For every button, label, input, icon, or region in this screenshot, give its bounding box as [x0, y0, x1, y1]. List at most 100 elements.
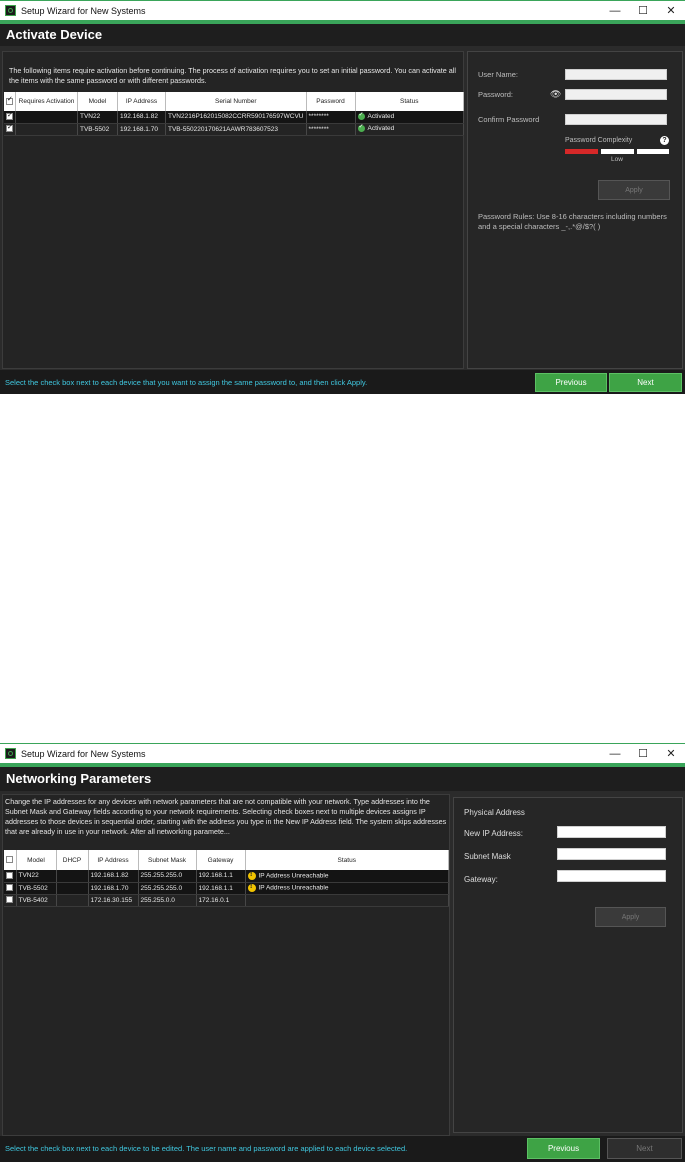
row-checkbox[interactable]: [4, 882, 17, 895]
cell-ip: 192.168.1.82: [117, 111, 166, 124]
warning-icon: [247, 871, 256, 880]
network-settings-panel: Physical Address New IP Address: Subnet …: [453, 797, 683, 1133]
cell-mask: 255.255.255.0: [138, 882, 197, 895]
cell-ip: 192.168.1.70: [88, 882, 139, 895]
cell-model: TVN22: [77, 111, 118, 124]
cell-status: Activated: [355, 123, 465, 136]
minimize-icon[interactable]: —: [601, 1, 629, 20]
complexity-bar-weak: [565, 149, 598, 154]
cell-password[interactable]: ********: [306, 111, 356, 124]
cell-mask: 255.255.255.0: [138, 870, 197, 883]
row-checkbox[interactable]: [4, 870, 17, 883]
app-icon: [5, 5, 16, 16]
table-row[interactable]: TVN22 192.168.1.82 255.255.255.0 192.168…: [4, 870, 449, 883]
password-rules: Password Rules: Use 8-16 characters incl…: [478, 212, 667, 231]
maximize-icon[interactable]: ☐: [629, 1, 657, 20]
network-device-panel: Change the IP addresses for any devices …: [2, 794, 450, 1136]
window-title: Setup Wizard for New Systems: [21, 5, 146, 16]
password-label: Password:: [478, 90, 514, 99]
subnet-mask-field[interactable]: [557, 848, 666, 860]
col-requires-activation: Requires Activation: [15, 92, 78, 111]
row-checkbox[interactable]: [4, 123, 16, 136]
cell-dhcp[interactable]: [56, 894, 89, 907]
eye-icon[interactable]: 👁: [550, 89, 561, 100]
footer-bar: Select the check box next to each device…: [0, 370, 685, 394]
gateway-label: Gateway:: [464, 875, 498, 884]
device-list-panel: The following items require activation b…: [2, 51, 465, 369]
previous-button[interactable]: Previous: [527, 1138, 600, 1159]
username-field[interactable]: [565, 69, 667, 80]
check-circle-icon: [357, 111, 365, 121]
cell-model: TVB-5402: [16, 894, 57, 907]
cell-mask: 255.255.0.0: [138, 894, 197, 907]
page-header: Networking Parameters: [0, 767, 685, 791]
cell-password[interactable]: ********: [306, 123, 356, 136]
table-row[interactable]: TVB-5402 172.16.30.155 255.255.0.0 172.1…: [4, 894, 449, 907]
networking-parameters-window: Setup Wizard for New Systems — ☐ ✕ Netwo…: [0, 743, 685, 1162]
cell-ip: 192.168.1.82: [88, 870, 139, 883]
new-ip-label: New IP Address:: [464, 829, 523, 838]
cell-status: IP Address Unreachable: [245, 882, 449, 895]
col-model: Model: [77, 92, 118, 111]
col-dhcp: DHCP: [56, 850, 89, 870]
physical-address-label: Physical Address: [464, 808, 525, 817]
password-field[interactable]: [565, 89, 667, 100]
cell-ip: 192.168.1.70: [117, 123, 166, 136]
complexity-bar-strong: [637, 149, 669, 154]
col-ip-address: IP Address: [117, 92, 166, 111]
previous-button[interactable]: Previous: [535, 373, 607, 392]
new-ip-field[interactable]: [557, 826, 666, 838]
row-checkbox[interactable]: [4, 111, 16, 124]
network-description: Change the IP addresses for any devices …: [5, 797, 447, 836]
title-bar: Setup Wizard for New Systems — ☐ ✕: [0, 743, 685, 763]
table-row[interactable]: TVN22 192.168.1.82 TVN2216P162015082CCRR…: [4, 111, 465, 124]
apply-button[interactable]: Apply: [598, 180, 670, 200]
app-icon: [5, 748, 16, 759]
close-icon[interactable]: ✕: [657, 744, 685, 763]
select-all-checkbox[interactable]: [4, 850, 17, 870]
apply-button[interactable]: Apply: [595, 907, 666, 927]
minimize-icon[interactable]: —: [601, 744, 629, 763]
close-icon[interactable]: ✕: [657, 1, 685, 20]
window-title: Setup Wizard for New Systems: [21, 748, 146, 759]
help-icon[interactable]: ?: [660, 136, 669, 145]
cell-dhcp[interactable]: [56, 882, 89, 895]
col-serial-number: Serial Number: [165, 92, 307, 111]
title-bar: Setup Wizard for New Systems — ☐ ✕: [0, 0, 685, 20]
check-circle-icon: [357, 123, 365, 133]
col-status: Status: [355, 92, 465, 111]
confirm-password-label: Confirm Password: [478, 115, 540, 124]
page-title: Activate Device: [6, 27, 103, 42]
warning-icon: [247, 883, 256, 892]
page-title: Networking Parameters: [6, 771, 152, 786]
confirm-password-field[interactable]: [565, 114, 667, 125]
col-password: Password: [306, 92, 356, 111]
cell-model: TVB-5502: [16, 882, 57, 895]
password-complexity-label: Password Complexity: [565, 137, 633, 144]
subnet-mask-label: Subnet Mask: [464, 852, 511, 861]
cell-model: TVN22: [16, 870, 57, 883]
next-button[interactable]: Next: [609, 373, 682, 392]
footer-bar: Select the check box next to each device…: [0, 1136, 685, 1162]
cell-gateway: 172.16.0.1: [196, 894, 246, 907]
complexity-level: Low: [611, 156, 623, 163]
maximize-icon[interactable]: ☐: [629, 744, 657, 763]
cell-gateway: 192.168.1.1: [196, 882, 246, 895]
row-checkbox[interactable]: [4, 894, 17, 907]
next-button[interactable]: Next: [607, 1138, 682, 1159]
col-ip-address: IP Address: [88, 850, 139, 870]
device-table: Requires Activation Model IP Address Ser…: [4, 92, 465, 136]
password-panel: User Name: Password: 👁 Confirm Password …: [467, 51, 683, 369]
footer-hint: Select the check box next to each device…: [5, 1144, 408, 1153]
footer-hint: Select the check box next to each device…: [5, 378, 368, 387]
table-row[interactable]: TVB-5502 192.168.1.70 255.255.255.0 192.…: [4, 882, 449, 895]
col-status: Status: [245, 850, 449, 870]
table-row[interactable]: TVB-5502 192.168.1.70 TVB-550220170621AA…: [4, 123, 465, 136]
select-all-checkbox[interactable]: [4, 92, 16, 111]
col-gateway: Gateway: [196, 850, 246, 870]
username-label: User Name:: [478, 70, 519, 79]
cell-dhcp[interactable]: [56, 870, 89, 883]
activate-device-window: Setup Wizard for New Systems — ☐ ✕ Activ…: [0, 0, 685, 394]
gateway-field[interactable]: [557, 870, 666, 882]
page-header: Activate Device: [0, 24, 685, 46]
